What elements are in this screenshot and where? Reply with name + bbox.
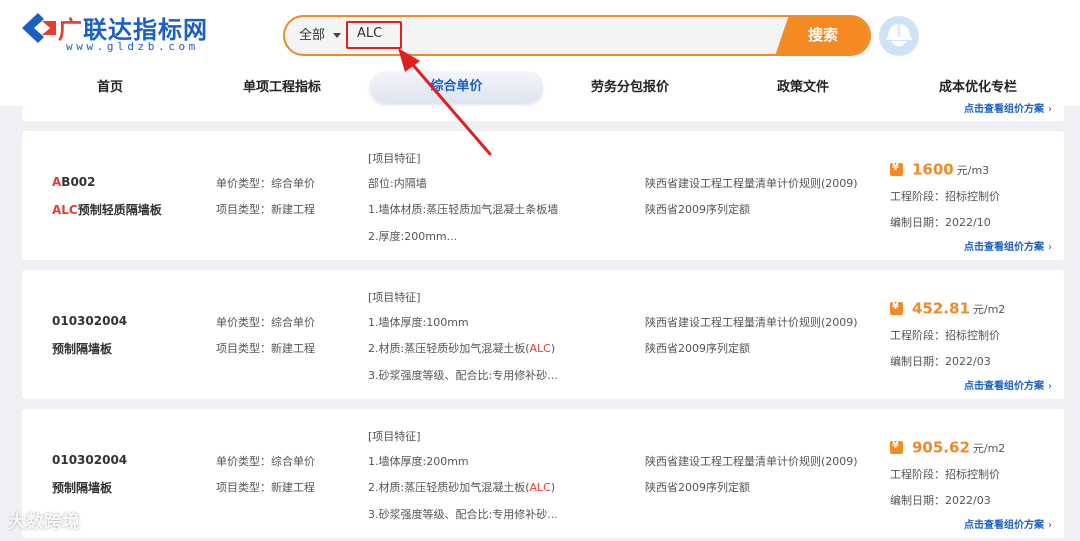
project-stage: 工程阶段：招标控制价	[890, 468, 1000, 481]
unit-price: 905.62元/m2	[890, 437, 1005, 457]
search-scope-select[interactable]: 全部	[299, 17, 342, 54]
caret-down-icon	[333, 33, 342, 38]
site-logo[interactable]: 广联达指标网 www.gldzb.com	[22, 10, 237, 58]
feature-line: 1.墙体材质:蒸压轻质加气混凝土条板墙	[368, 203, 559, 216]
nav-item-home[interactable]: 首页	[70, 70, 150, 106]
price-tag-icon	[890, 440, 903, 454]
compile-date: 编制日期：2022/03	[890, 355, 991, 368]
feature-line: 2.材质:蒸压轻质砂加气混凝土板(ALC)	[368, 342, 556, 355]
view-plan-link[interactable]: 点击查看组价方案 ›	[964, 100, 1052, 115]
item-name[interactable]: ALC预制轻质隔墙板	[52, 201, 162, 218]
price-type: 单价类型：综合单价	[216, 316, 315, 329]
feature-line: 1.墙体厚度:200mm	[368, 455, 469, 468]
search-button[interactable]: 搜索	[775, 17, 869, 54]
compile-date: 编制日期：2022/03	[890, 494, 991, 507]
item-code: 010302004	[52, 453, 128, 467]
feature-title: [项目特征]	[368, 430, 421, 443]
pricing-rule: 陕西省建设工程工程量清单计价规则(2009)	[645, 177, 858, 190]
feature-line: 2.材质:蒸压轻质砂加气混凝土板(ALC)	[368, 481, 556, 494]
project-type: 项目类型：新建工程	[216, 342, 315, 355]
project-stage: 工程阶段：招标控制价	[890, 190, 1000, 203]
result-card-partial: 点击查看组价方案 ›	[22, 104, 1064, 121]
unit-price: 1600元/m3	[890, 159, 989, 179]
result-card: 010302004 预制隔墙板 单价类型：综合单价 项目类型：新建工程 [项目特…	[22, 270, 1064, 399]
nav-item-labor-quote[interactable]: 劳务分包报价	[580, 70, 680, 106]
chevron-right-icon: ›	[1048, 242, 1052, 253]
pricing-rule: 陕西省建设工程工程量清单计价规则(2009)	[645, 316, 858, 329]
main-nav: 首页 单项工程指标 综合单价 劳务分包报价 政策文件 成本优化专栏	[0, 70, 1080, 106]
pricing-rule: 陕西省建设工程工程量清单计价规则(2009)	[645, 455, 858, 468]
feature-title: [项目特征]	[368, 291, 421, 304]
compile-date: 编制日期：2022/10	[890, 216, 991, 229]
chevron-right-icon: ›	[1048, 381, 1052, 392]
logo-mark-icon	[22, 13, 56, 43]
annotation-arrow-icon	[398, 48, 492, 156]
avatar-helmet-icon	[879, 16, 919, 56]
view-plan-link[interactable]: 点击查看组价方案 ›	[964, 516, 1052, 531]
feature-line: 3.砂浆强度等级、配合比:专用修补砂...	[368, 369, 558, 382]
item-name[interactable]: 预制隔墙板	[52, 479, 112, 496]
feature-line: 部位:内隔墙	[368, 177, 427, 190]
project-stage: 工程阶段：招标控制价	[890, 329, 1000, 342]
quota-standard: 陕西省2009序列定额	[645, 481, 750, 494]
price-tag-icon	[890, 301, 903, 315]
view-plan-link[interactable]: 点击查看组价方案 ›	[964, 238, 1052, 253]
view-plan-link[interactable]: 点击查看组价方案 ›	[964, 377, 1052, 392]
item-code: 010302004	[52, 314, 128, 328]
annotation-highlight-box	[346, 21, 402, 49]
project-type: 项目类型：新建工程	[216, 203, 315, 216]
user-avatar[interactable]	[879, 16, 919, 56]
result-card: AB002 ALC预制轻质隔墙板 单价类型：综合单价 项目类型：新建工程 [项目…	[22, 131, 1064, 260]
item-name[interactable]: 预制隔墙板	[52, 340, 112, 357]
project-type: 项目类型：新建工程	[216, 481, 315, 494]
price-type: 单价类型：综合单价	[216, 455, 315, 468]
quota-standard: 陕西省2009序列定额	[645, 203, 750, 216]
nav-item-policy[interactable]: 政策文件	[763, 70, 843, 106]
price-type: 单价类型：综合单价	[216, 177, 315, 190]
result-card: 010302004 预制隔墙板 单价类型：综合单价 项目类型：新建工程 [项目特…	[22, 409, 1064, 538]
feature-line: 2.厚度:200mm...	[368, 230, 458, 243]
feature-line: 3.砂浆强度等级、配合比:专用修补砂...	[368, 508, 558, 521]
quota-standard: 陕西省2009序列定额	[645, 342, 750, 355]
nav-item-project-index[interactable]: 单项工程指标	[232, 70, 332, 106]
chevron-right-icon: ›	[1048, 520, 1052, 531]
chevron-right-icon: ›	[1048, 104, 1052, 115]
unit-price: 452.81元/m2	[890, 298, 1005, 318]
header: 广联达指标网 www.gldzb.com 全部 搜索	[0, 0, 1080, 70]
logo-url: www.gldzb.com	[66, 40, 199, 53]
item-code: AB002	[52, 175, 96, 189]
feature-line: 1.墙体厚度:100mm	[368, 316, 469, 329]
watermark: 大数跨境	[8, 512, 80, 533]
price-tag-icon	[890, 162, 903, 176]
